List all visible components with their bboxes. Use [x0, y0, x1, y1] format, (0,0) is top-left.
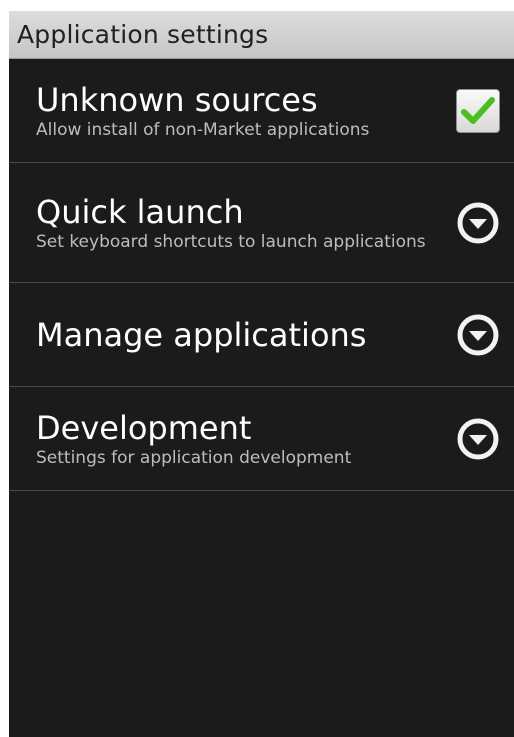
setting-title: Quick launch [36, 192, 244, 231]
setting-summary: Settings for application development [36, 447, 352, 468]
setting-text: Unknown sources Allow install of non-Mar… [36, 81, 452, 141]
setting-title: Unknown sources [36, 80, 318, 119]
setting-text: Manage applications [36, 316, 452, 354]
unknown-sources-checkbox[interactable] [452, 85, 504, 137]
chevron-down-circle-icon [457, 202, 499, 243]
setting-summary: Set keyboard shortcuts to launch applica… [36, 231, 426, 252]
chevron-down-circle-icon [457, 314, 499, 355]
setting-manage-applications[interactable]: Manage applications [9, 283, 514, 387]
checkmark-icon [461, 96, 495, 124]
quick-launch-arrow[interactable] [452, 197, 504, 249]
development-arrow[interactable] [452, 413, 504, 465]
chevron-down-circle-icon [457, 418, 499, 459]
setting-title: Development [36, 408, 252, 447]
setting-text: Quick launch Set keyboard shortcuts to l… [36, 193, 452, 253]
title-bar: Application settings [9, 11, 514, 59]
setting-title: Manage applications [36, 315, 367, 354]
setting-unknown-sources[interactable]: Unknown sources Allow install of non-Mar… [9, 59, 514, 163]
setting-text: Development Settings for application dev… [36, 409, 452, 469]
setting-quick-launch[interactable]: Quick launch Set keyboard shortcuts to l… [9, 163, 514, 283]
setting-development[interactable]: Development Settings for application dev… [9, 387, 514, 491]
settings-screen: Application settings Unknown sources All… [9, 11, 514, 737]
setting-summary: Allow install of non-Market applications [36, 119, 370, 140]
checkbox-box [456, 88, 500, 133]
manage-applications-arrow[interactable] [452, 309, 504, 361]
page-title: Application settings [17, 20, 269, 49]
